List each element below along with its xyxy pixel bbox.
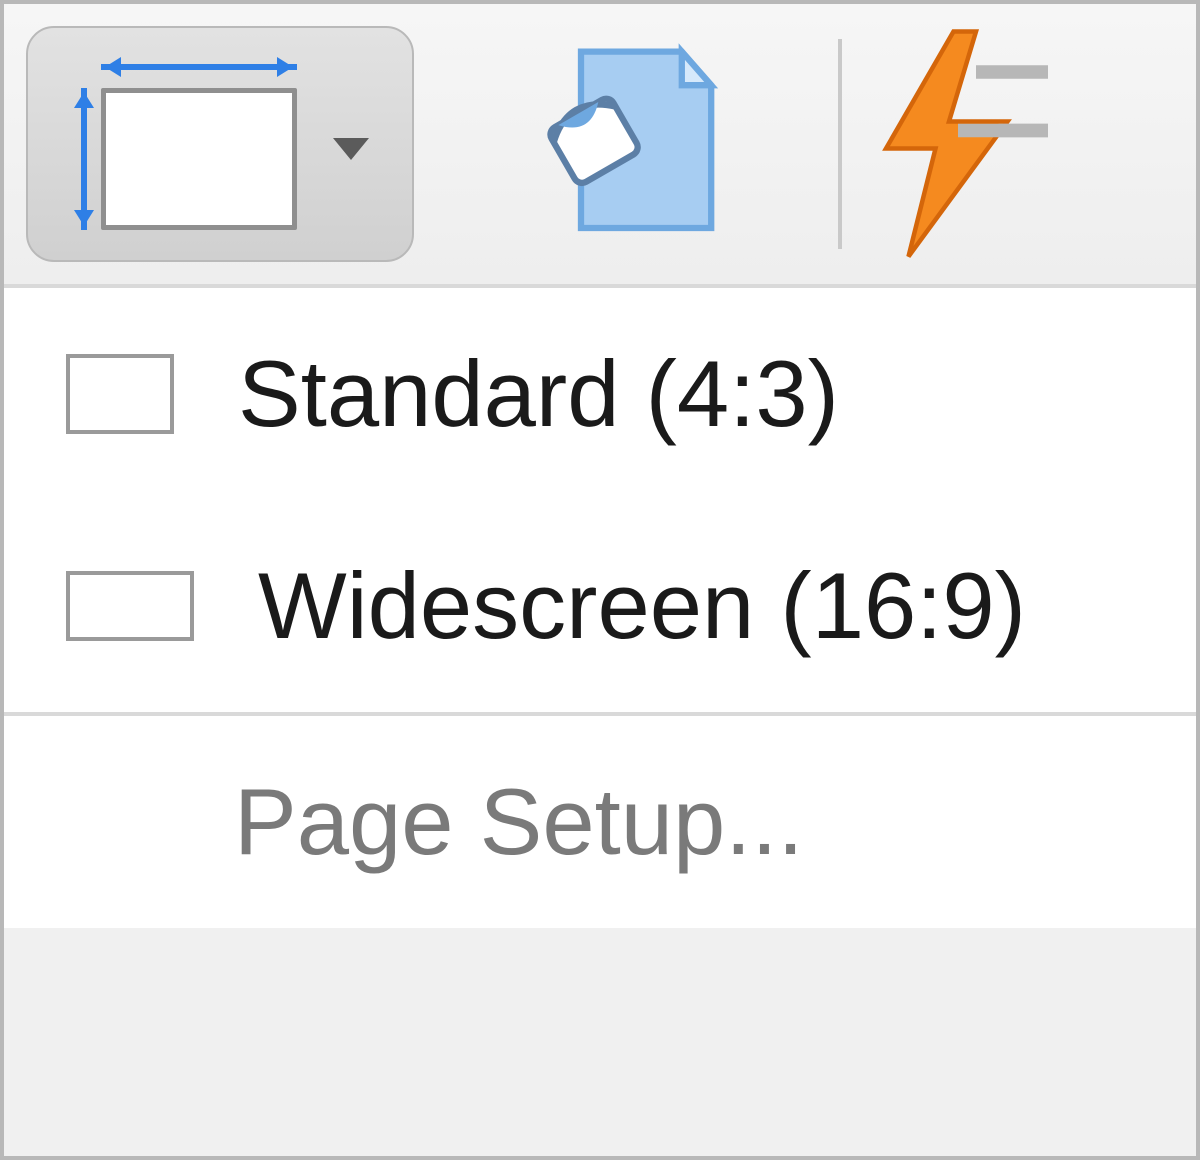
- slide-size-icon: [71, 56, 299, 232]
- menu-item-widescreen[interactable]: Widescreen (16:9): [4, 500, 1196, 712]
- ratio-16-9-icon: [66, 571, 194, 641]
- ribbon-separator: [838, 39, 842, 249]
- menu-item-label: Widescreen (16:9): [258, 552, 1026, 660]
- menu-item-page-setup[interactable]: Page Setup...: [4, 712, 1196, 928]
- slide-size-menu: Standard (4:3) Widescreen (16:9) Page Se…: [4, 284, 1196, 928]
- paint-bucket-icon: [513, 39, 733, 249]
- ratio-4-3-icon: [66, 354, 174, 434]
- ribbon-bar: [4, 4, 1196, 284]
- transitions-button[interactable]: [868, 26, 1178, 262]
- menu-item-label: Standard (4:3): [238, 340, 839, 448]
- slide-size-button[interactable]: [26, 26, 414, 262]
- chevron-down-icon: [333, 138, 369, 160]
- menu-item-label: Page Setup...: [234, 768, 804, 876]
- format-background-button[interactable]: [448, 26, 798, 262]
- menu-item-standard[interactable]: Standard (4:3): [4, 288, 1196, 500]
- lightning-bolt-icon: [868, 29, 1048, 259]
